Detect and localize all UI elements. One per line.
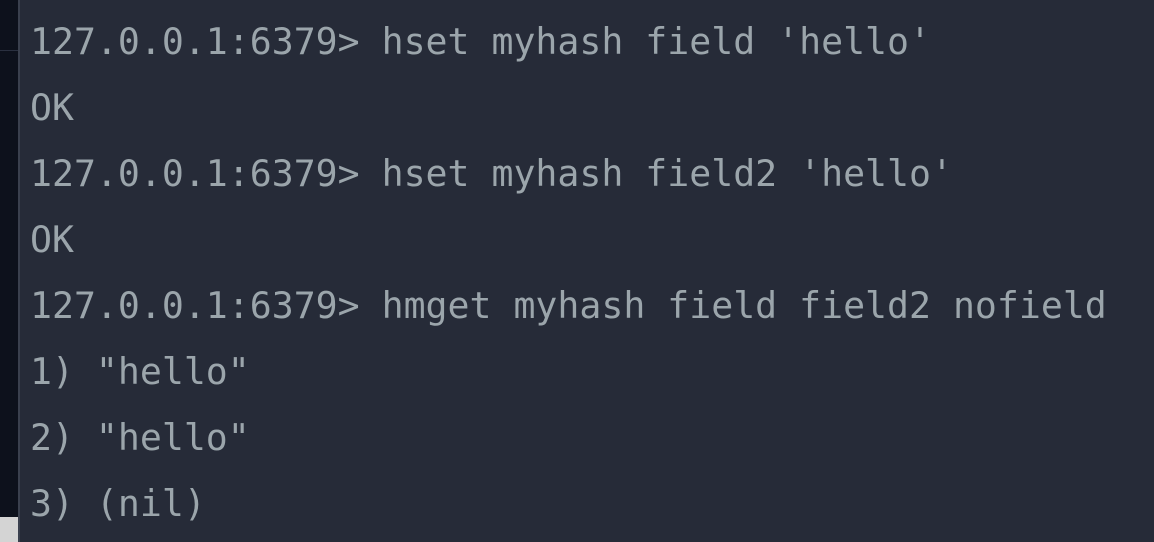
sidebar-panel [0,0,18,542]
terminal-border[interactable] [18,0,20,542]
terminal-line-command: 127.0.0.1:6379> hset myhash field2 'hell… [30,152,953,195]
terminal-line-output: 3) (nil) [30,482,206,525]
terminal-line-output: 1) "hello" [30,350,250,393]
sidebar-divider [0,50,18,51]
terminal-line-command: 127.0.0.1:6379> hset myhash field 'hello… [30,20,931,63]
terminal-line-output: OK [30,86,74,129]
terminal-line-output: OK [30,218,74,261]
terminal-line-command: 127.0.0.1:6379> hmget myhash field field… [30,284,1107,327]
terminal-output[interactable]: 127.0.0.1:6379> hset myhash field 'hello… [30,0,1154,528]
terminal-line-output: 2) "hello" [30,416,250,459]
sidebar-bottom-panel [0,517,18,542]
